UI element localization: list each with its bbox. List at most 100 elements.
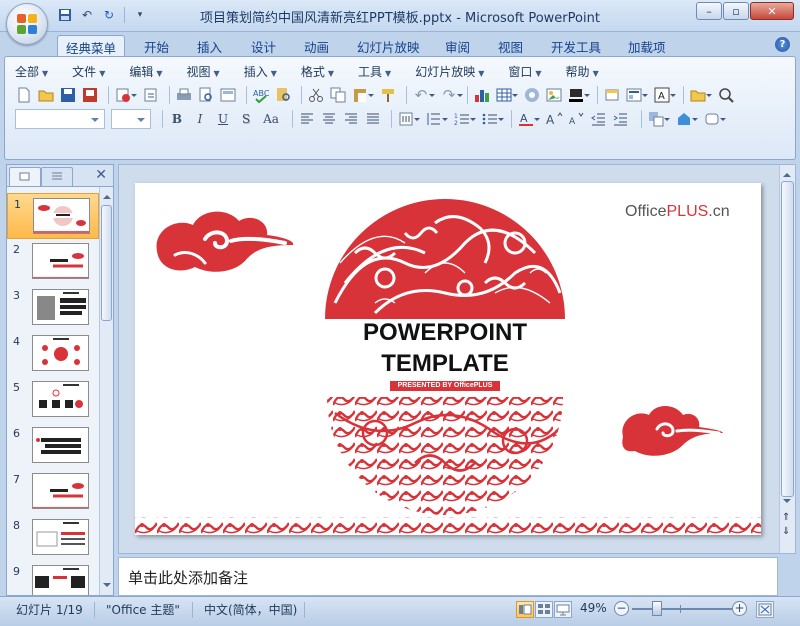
- font-color-icon[interactable]: A: [517, 110, 540, 128]
- tab-design[interactable]: 设计: [243, 35, 284, 56]
- zoom-in-button[interactable]: +: [732, 601, 747, 616]
- bullets-icon[interactable]: [481, 110, 504, 128]
- scrollbar-thumb[interactable]: [101, 205, 112, 321]
- menu-file[interactable]: 文件 ▼: [72, 63, 105, 81]
- slide-thumbnail[interactable]: 8: [7, 515, 99, 561]
- format-painter-icon[interactable]: [379, 86, 397, 104]
- shapes-folder-icon[interactable]: [689, 86, 712, 104]
- font-name-combo[interactable]: [15, 109, 105, 129]
- slide-title[interactable]: POWERPOINT TEMPLATE: [325, 317, 565, 379]
- menu-insert[interactable]: 插入 ▼: [244, 63, 277, 81]
- tab-home[interactable]: 开始: [136, 35, 177, 56]
- scroll-up-icon[interactable]: [103, 191, 111, 199]
- underline-button[interactable]: U: [214, 110, 232, 128]
- shape-fill-icon[interactable]: [703, 110, 726, 128]
- tab-classic-menu[interactable]: 经典菜单: [57, 35, 126, 56]
- align-center-icon[interactable]: [320, 110, 338, 128]
- align-left-icon[interactable]: [298, 110, 316, 128]
- insert-table-icon[interactable]: [495, 86, 518, 104]
- office-button[interactable]: [6, 3, 48, 45]
- notes-pane[interactable]: 单击此处添加备注: [118, 557, 778, 596]
- fit-to-window-button[interactable]: [756, 601, 774, 618]
- menu-edit[interactable]: 编辑 ▼: [129, 63, 162, 81]
- menu-slideshow[interactable]: 幻灯片放映 ▼: [415, 63, 484, 81]
- grow-font-icon[interactable]: A: [545, 110, 563, 128]
- text-direction-icon[interactable]: [397, 110, 420, 128]
- language-indicator[interactable]: 中文(简体，中国): [204, 601, 297, 618]
- justify-icon[interactable]: [364, 110, 382, 128]
- current-slide[interactable]: OfficePLUS.cn POWERPOINT TEMPLATE PRESEN…: [135, 183, 761, 535]
- spelling-icon[interactable]: ABC: [252, 86, 270, 104]
- theme-name[interactable]: "Office 主题": [106, 601, 180, 618]
- permission-icon[interactable]: [114, 86, 137, 104]
- previous-slide-icon[interactable]: ⇑: [782, 513, 790, 523]
- attach-icon[interactable]: [142, 86, 160, 104]
- undo-icon[interactable]: ↶: [412, 86, 435, 104]
- cut-icon[interactable]: [307, 86, 325, 104]
- copy-icon[interactable]: [329, 86, 347, 104]
- quick-styles-icon[interactable]: [675, 110, 698, 128]
- scrollbar-thumb[interactable]: [781, 181, 794, 497]
- redo-icon[interactable]: ↷: [440, 86, 463, 104]
- arrange-icon[interactable]: [647, 110, 670, 128]
- tab-developer[interactable]: 开发工具: [543, 35, 609, 56]
- zoom-out-button[interactable]: −: [614, 601, 629, 616]
- slide-thumbnail[interactable]: 7: [7, 469, 99, 515]
- maximize-button[interactable]: ▫: [723, 2, 749, 20]
- slide-layout-icon[interactable]: [625, 86, 648, 104]
- menu-window[interactable]: 窗口 ▼: [508, 63, 541, 81]
- slide-thumbnail[interactable]: 4: [7, 331, 99, 377]
- tab-review[interactable]: 审阅: [437, 35, 478, 56]
- slide-thumbnail[interactable]: 1: [7, 193, 99, 239]
- slideshow-button[interactable]: [554, 601, 572, 618]
- align-right-icon[interactable]: [342, 110, 360, 128]
- zoom-slider-thumb[interactable]: [652, 601, 662, 616]
- italic-button[interactable]: I: [191, 110, 209, 128]
- slide-thumbnail[interactable]: 2: [7, 239, 99, 285]
- zoom-slider[interactable]: [632, 608, 732, 610]
- slide-sorter-button[interactable]: [535, 601, 553, 618]
- next-slide-icon[interactable]: ⇓: [782, 527, 790, 537]
- tab-addins[interactable]: 加载项: [620, 35, 674, 56]
- font-size-combo[interactable]: [111, 109, 151, 129]
- slide-thumbnail[interactable]: 3: [7, 285, 99, 331]
- menu-view[interactable]: 视图 ▼: [187, 63, 220, 81]
- save-icon[interactable]: [59, 86, 77, 104]
- thumbnail-scrollbar[interactable]: [99, 187, 113, 595]
- scroll-down-icon[interactable]: [783, 499, 791, 507]
- slide-thumbnail[interactable]: 5: [7, 377, 99, 423]
- scroll-down-icon[interactable]: [103, 583, 111, 591]
- tab-slideshow[interactable]: 幻灯片放映: [349, 35, 428, 56]
- open-folder-icon[interactable]: [37, 86, 55, 104]
- insert-chart-icon[interactable]: [473, 86, 491, 104]
- research-icon[interactable]: [274, 86, 292, 104]
- layout-icon[interactable]: [219, 86, 237, 104]
- slide-subtitle[interactable]: PRESENTED BY OfficePLUS: [390, 381, 500, 391]
- menu-help[interactable]: 帮助 ▼: [566, 63, 599, 81]
- bold-button[interactable]: B: [168, 110, 186, 128]
- slide-scrollbar[interactable]: ⇑ ⇓: [779, 165, 795, 553]
- tab-animation[interactable]: 动画: [296, 35, 337, 56]
- line-spacing-icon[interactable]: [425, 110, 448, 128]
- slide-thumbnail[interactable]: 9: [7, 561, 99, 595]
- print-icon[interactable]: [175, 86, 193, 104]
- new-document-icon[interactable]: [15, 86, 33, 104]
- normal-view-button[interactable]: [516, 601, 534, 618]
- tab-view[interactable]: 视图: [490, 35, 531, 56]
- close-icon[interactable]: ✕: [95, 167, 107, 183]
- decrease-indent-icon[interactable]: [589, 110, 607, 128]
- save-as-icon[interactable]: [81, 86, 99, 104]
- picture-icon[interactable]: [545, 86, 563, 104]
- shadow-button[interactable]: S: [237, 110, 255, 128]
- fill-color-icon[interactable]: [567, 86, 590, 104]
- numbering-icon[interactable]: 12: [453, 110, 476, 128]
- close-button[interactable]: ✕: [750, 2, 794, 20]
- help-icon[interactable]: ?: [775, 37, 790, 52]
- paste-icon[interactable]: [351, 86, 374, 104]
- find-icon[interactable]: [717, 86, 735, 104]
- increase-indent-icon[interactable]: [611, 110, 629, 128]
- menu-tools[interactable]: 工具 ▼: [358, 63, 391, 81]
- menu-all[interactable]: 全部 ▼: [15, 63, 48, 81]
- slide-thumbnail[interactable]: 6: [7, 423, 99, 469]
- shrink-font-icon[interactable]: A: [567, 110, 585, 128]
